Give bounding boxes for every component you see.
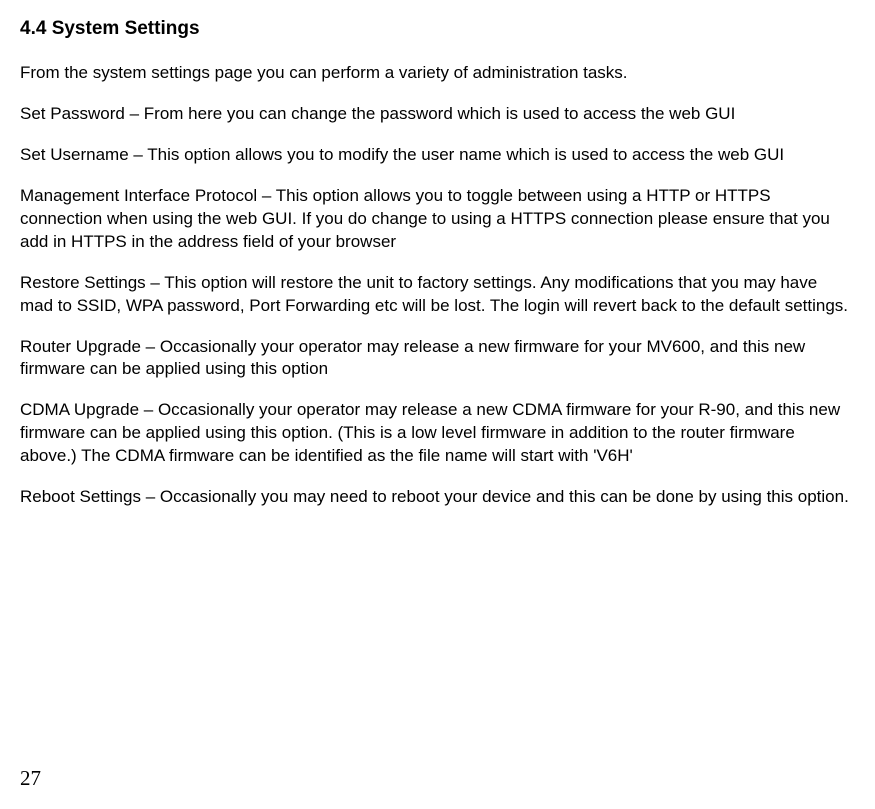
paragraph-set-password: Set Password – From here you can change … [20, 103, 850, 126]
paragraph-set-username: Set Username – This option allows you to… [20, 144, 850, 167]
section-heading: 4.4 System Settings [20, 18, 855, 40]
paragraph-reboot-settings: Reboot Settings – Occasionally you may n… [20, 486, 850, 509]
content-body: From the system settings page you can pe… [20, 62, 855, 509]
paragraph-cdma-upgrade: CDMA Upgrade – Occasionally your operato… [20, 399, 850, 468]
paragraph-intro: From the system settings page you can pe… [20, 62, 850, 85]
paragraph-management-interface: Management Interface Protocol – This opt… [20, 185, 850, 254]
paragraph-restore-settings: Restore Settings – This option will rest… [20, 272, 850, 318]
paragraph-router-upgrade: Router Upgrade – Occasionally your opera… [20, 336, 850, 382]
page-number: 27 [20, 766, 41, 791]
